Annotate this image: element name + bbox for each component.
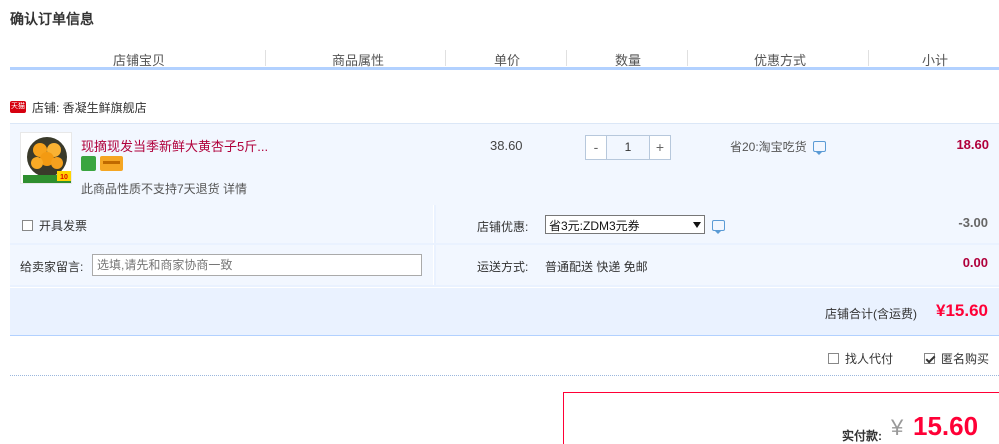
shop-total-label: 店铺合计(含运费) bbox=[825, 307, 917, 321]
shipping-amount: 0.00 bbox=[962, 255, 988, 270]
col-unit-price: 单价 bbox=[494, 53, 521, 68]
anonymous-option[interactable]: 匿名购买 bbox=[924, 350, 989, 367]
col-discount: 优惠方式 bbox=[754, 53, 807, 68]
credit-card-icon[interactable] bbox=[100, 156, 123, 171]
proxy-pay-checkbox[interactable] bbox=[828, 353, 839, 364]
discount-text: 省20:淘宝吃货 bbox=[730, 140, 807, 154]
coupon-select[interactable]: 省3元:ZDM3元券 bbox=[545, 215, 705, 234]
coupon-chat-icon[interactable] bbox=[712, 220, 725, 234]
col-subtotal: 小计 bbox=[922, 53, 949, 68]
page-title: 确认订单信息 bbox=[10, 11, 94, 27]
phone-service-icon[interactable] bbox=[81, 156, 96, 171]
proxy-pay-label: 找人代付 bbox=[845, 352, 894, 366]
invoice-option[interactable]: 开具发票 bbox=[22, 217, 87, 234]
order-item: 10 现摘现发当季新鲜大黄杏子5斤... 此商品性质不支持7天退货 详情 38.… bbox=[10, 123, 999, 205]
anonymous-label: 匿名购买 bbox=[941, 352, 990, 366]
shipping-cell: 运送方式: 普通配送 快递 免邮 0.00 bbox=[436, 245, 999, 285]
chat-bubble-icon[interactable] bbox=[812, 141, 826, 155]
col-divider bbox=[687, 50, 688, 66]
apricot-image-icon: 10 bbox=[21, 133, 71, 183]
col-divider bbox=[265, 50, 266, 66]
order-options: 开具发票 给卖家留言: 店铺优惠: 省3元:ZDM3元券 -3.00 运送方式:… bbox=[10, 205, 999, 287]
coupon-label: 店铺优惠: bbox=[477, 220, 529, 234]
return-policy-note[interactable]: 此商品性质不支持7天退货 详情 bbox=[81, 180, 247, 197]
currency-symbol: ¥ bbox=[891, 415, 904, 440]
seller-message-input[interactable] bbox=[92, 254, 422, 276]
shipping-label: 运送方式: bbox=[477, 260, 529, 274]
coupon-amount: -3.00 bbox=[958, 215, 988, 230]
payment-label: 实付款: bbox=[842, 429, 882, 443]
col-shop-items: 店铺宝贝 bbox=[113, 53, 166, 68]
col-attributes: 商品属性 bbox=[332, 53, 385, 68]
quantity-decrease-button[interactable]: - bbox=[585, 135, 607, 160]
tmall-badge-icon: 天猫 bbox=[10, 101, 26, 113]
quantity-increase-button[interactable]: + bbox=[649, 135, 671, 160]
shop-total-row: 店铺合计(含运费) ¥15.60 bbox=[10, 288, 999, 336]
proxy-pay-option[interactable]: 找人代付 bbox=[828, 350, 893, 367]
coupon-selected-value: 省3元:ZDM3元券 bbox=[549, 219, 640, 233]
extra-options: 找人代付 匿名购买 bbox=[10, 348, 999, 376]
invoice-cell: 开具发票 bbox=[10, 205, 434, 243]
anonymous-checkbox[interactable] bbox=[924, 353, 935, 364]
product-thumbnail[interactable]: 10 bbox=[20, 132, 72, 184]
coupon-cell: 店铺优惠: 省3元:ZDM3元券 -3.00 bbox=[436, 205, 999, 243]
payment-amount: 15.60 bbox=[913, 411, 979, 441]
payment-summary: 实付款: ¥ 15.60 bbox=[563, 392, 999, 444]
col-divider bbox=[445, 50, 446, 66]
invoice-label: 开具发票 bbox=[39, 219, 88, 233]
invoice-checkbox[interactable] bbox=[22, 220, 33, 231]
shop-name[interactable]: 店铺: 香凝生鲜旗舰店 bbox=[32, 99, 147, 116]
message-cell: 给卖家留言: bbox=[10, 245, 434, 285]
col-divider bbox=[566, 50, 567, 66]
product-title-link[interactable]: 现摘现发当季新鲜大黄杏子5斤... bbox=[81, 136, 268, 155]
column-header: 店铺宝贝 商品属性 单价 数量 优惠方式 小计 bbox=[10, 46, 999, 70]
quantity-input[interactable]: 1 bbox=[607, 135, 649, 160]
service-icons bbox=[81, 156, 123, 171]
col-quantity: 数量 bbox=[615, 53, 642, 68]
thumb-badge-text: 10 bbox=[60, 174, 68, 181]
quantity-stepper: - 1 + bbox=[585, 135, 671, 160]
shop-row: 天猫 店铺: 香凝生鲜旗舰店 bbox=[10, 98, 147, 116]
shipping-method: 普通配送 快递 免邮 bbox=[545, 260, 648, 274]
chevron-down-icon bbox=[693, 222, 701, 228]
col-divider bbox=[868, 50, 869, 66]
seller-message-label: 给卖家留言: bbox=[20, 260, 84, 274]
discount-info: 省20:淘宝吃货 bbox=[730, 138, 826, 155]
item-subtotal: 18.60 bbox=[956, 137, 989, 152]
unit-price: 38.60 bbox=[490, 138, 523, 153]
shop-total-value: ¥15.60 bbox=[936, 301, 988, 320]
